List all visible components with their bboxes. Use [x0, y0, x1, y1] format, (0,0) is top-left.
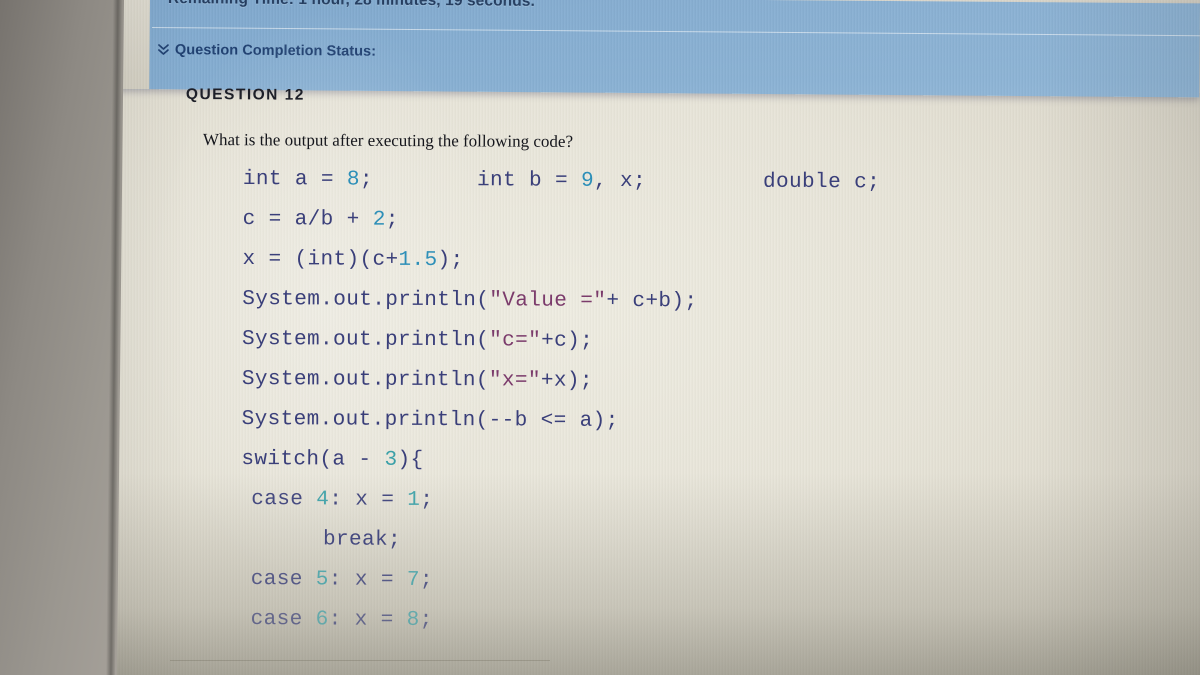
code-token: + c+b);	[606, 289, 698, 314]
code-token: : x =	[329, 488, 408, 512]
code-line: case 4: x = 1;	[241, 480, 878, 523]
code-token: int b =	[476, 169, 582, 193]
code-token: case	[250, 608, 316, 632]
code-token: case	[250, 568, 316, 592]
code-line: System.out.println("c="+c);	[242, 320, 879, 363]
code-token: int a =	[242, 167, 347, 192]
code-token: System.out.println(	[241, 327, 490, 353]
code-token: System.out.println(	[241, 367, 489, 393]
code-token: double c;	[763, 170, 881, 195]
code-snippet: int a = 8; int b = 9, x; double c; c = a/…	[240, 160, 880, 643]
screenshot-root: Remaining Time: 1 hour, 28 minutes, 19 s…	[0, 0, 1200, 675]
question-prompt-text: What is the output after executing the f…	[202, 130, 574, 151]
question-completion-status-toggle[interactable]: Question Completion Status:	[158, 42, 376, 60]
code-token: ;	[385, 208, 399, 232]
code-line: System.out.println("x="+x);	[242, 360, 879, 403]
code-token: 7	[406, 568, 420, 592]
code-line: int a = 8; int b = 9, x; double c;	[243, 160, 880, 203]
page-hairline-rule	[170, 660, 550, 661]
code-token: 4	[316, 488, 330, 512]
code-token: 9	[580, 169, 595, 193]
monitor-bezel	[0, 0, 125, 675]
code-token: );	[437, 249, 464, 273]
code-token: break;	[322, 528, 402, 552]
code-line: c = a/b + 2;	[243, 200, 880, 243]
code-line: System.out.println("Value ="+ c+b);	[242, 280, 879, 323]
code-token: 3	[384, 448, 398, 472]
code-token: +x);	[540, 369, 593, 393]
code-token: ;	[419, 568, 433, 592]
code-token: case	[251, 488, 317, 512]
code-token: System.out.println(	[242, 287, 490, 313]
code-token: "x="	[488, 369, 541, 393]
code-line: case 5: x = 7;	[241, 560, 878, 603]
code-token: x = (int)(c+	[242, 247, 399, 272]
question-number-heading: QUESTION 12	[185, 86, 305, 104]
question-completion-status-label: Question Completion Status:	[174, 42, 377, 60]
code-token: ;	[419, 608, 433, 632]
code-token: "Value ="	[489, 289, 607, 313]
code-token: 8	[406, 608, 420, 632]
code-token: +c);	[541, 329, 594, 353]
code-token: ;	[359, 168, 374, 192]
code-token: 6	[315, 608, 329, 632]
code-line: System.out.println(--b <= a);	[242, 400, 879, 443]
double-chevron-down-icon[interactable]	[158, 43, 169, 57]
code-token: 1.5	[398, 248, 438, 273]
code-line: switch(a - 3){	[241, 440, 878, 483]
code-token: switch(a -	[241, 447, 385, 472]
code-token: ;	[420, 488, 434, 513]
code-token: "c="	[489, 329, 542, 353]
code-token: : x =	[328, 568, 407, 592]
code-token: , x;	[593, 169, 647, 194]
code-token: 5	[315, 568, 329, 592]
code-line: case 6: x = 8;	[240, 600, 877, 643]
code-line: break;	[241, 520, 878, 563]
code-token: 8	[346, 168, 361, 192]
code-token: ){	[397, 448, 424, 472]
code-token: 2	[372, 208, 386, 232]
code-token: System.out.println(--b <= a);	[241, 407, 619, 433]
code-token: : x =	[328, 608, 407, 632]
code-token: 1	[407, 488, 421, 512]
code-line: x = (int)(c+1.5);	[242, 240, 879, 283]
code-token: c = a/b +	[242, 207, 373, 232]
